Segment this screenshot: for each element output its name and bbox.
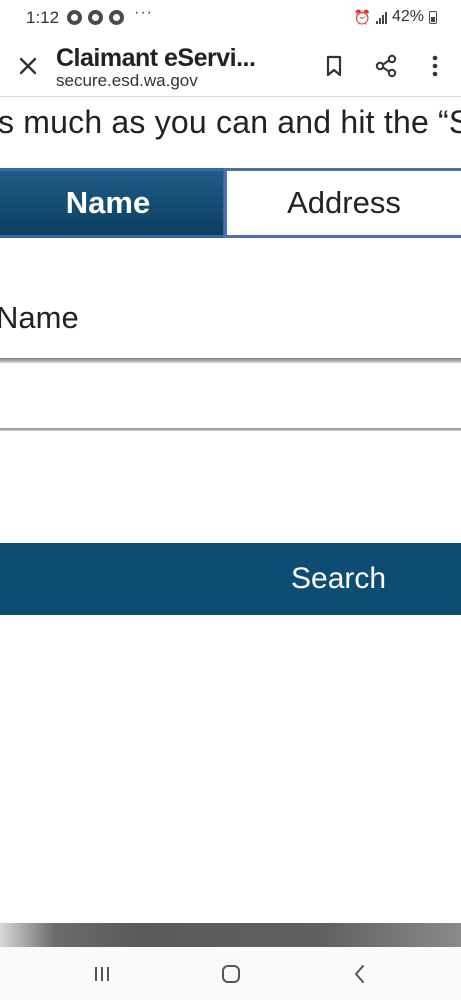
- close-icon[interactable]: [14, 52, 42, 80]
- search-button[interactable]: Search: [0, 543, 461, 615]
- alarm-icon: ⏰: [353, 8, 371, 25]
- battery-icon: [429, 10, 437, 24]
- battery-percent: 42%: [391, 8, 424, 25]
- chrome-icon: [67, 10, 82, 25]
- status-bar: 1:12 ··· ⏰ 42%: [0, 0, 461, 36]
- tab-address[interactable]: Address: [224, 168, 461, 238]
- status-indicators: ⏰ 42%: [354, 8, 437, 26]
- site-domain: secure.esd.wa.gov: [56, 71, 198, 90]
- page-title: Claimant eServi...: [56, 44, 256, 72]
- chrome-icon: [88, 10, 103, 25]
- more-vert-icon[interactable]: [420, 51, 450, 81]
- browser-toolbar: Claimant eServi... secure.esd.wa.gov: [0, 36, 461, 96]
- input-border-bottom: [0, 428, 461, 431]
- name-field-label: Name: [0, 300, 79, 335]
- input-border-top: [0, 358, 461, 363]
- more-notifications-icon: ···: [134, 4, 153, 21]
- name-input[interactable]: [0, 358, 461, 430]
- bookmark-icon[interactable]: [319, 51, 349, 81]
- home-icon[interactable]: [216, 959, 246, 989]
- navigation-bar: [0, 947, 461, 1000]
- status-time: 1:12: [26, 8, 60, 27]
- signal-icon: [375, 11, 387, 24]
- header-divider: [0, 96, 461, 97]
- keyboard-edge-shadow: [0, 923, 461, 947]
- tab-name[interactable]: Name: [0, 168, 226, 238]
- back-icon[interactable]: [345, 959, 375, 989]
- instructions-text: s much as you can and hit the “S: [0, 104, 461, 140]
- recents-icon[interactable]: [87, 959, 117, 989]
- share-icon[interactable]: [371, 51, 401, 81]
- chrome-icon: [109, 10, 124, 25]
